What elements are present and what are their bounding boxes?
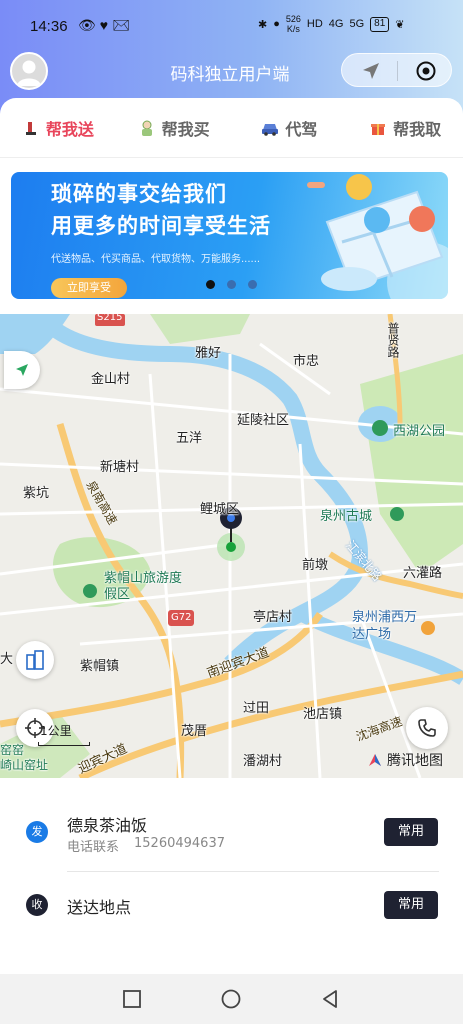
building-icon <box>26 650 44 670</box>
carousel-dot[interactable] <box>206 280 215 289</box>
tab-send[interactable]: 帮我送 <box>0 98 116 158</box>
battery-icon: 81 <box>370 16 390 32</box>
sender-phone: 15260494637 <box>134 836 225 851</box>
call-button[interactable] <box>406 707 448 749</box>
status-system-icons: ✱ ● 526 K/s HD 4G 5G 81 ❦ <box>258 14 405 34</box>
tab-buy[interactable]: 帮我买 <box>116 98 232 158</box>
banner-headline-1: 琐碎的事交给我们 <box>51 182 227 206</box>
building-view-button[interactable] <box>16 641 54 679</box>
phone-map-illustration <box>307 174 448 299</box>
map-label: 大 <box>0 652 14 667</box>
map-label: 泉州古城 <box>320 509 373 524</box>
gift-icon <box>371 124 386 135</box>
map-label: 过田 <box>243 701 270 716</box>
divider <box>0 157 463 158</box>
map-label: S215 <box>97 314 123 323</box>
leaf-icon: ❦ <box>395 18 405 31</box>
phone-icon <box>418 719 436 737</box>
close-target-icon[interactable] <box>416 61 436 81</box>
receiver-frequent-button[interactable]: 常用 <box>384 891 438 919</box>
sender-name[interactable]: 德泉茶油饭 <box>67 812 147 836</box>
tab-label: 帮我取 <box>393 120 442 139</box>
sender-badge: 发 <box>26 821 48 843</box>
map-label: 金山村 <box>91 372 131 387</box>
map-label: 五洋 <box>176 431 203 446</box>
service-tabs: 帮我送 帮我买 代驾 帮我取 <box>0 98 463 158</box>
hd-icon: HD <box>306 18 323 30</box>
map-scale-bar <box>38 742 90 746</box>
back-icon[interactable] <box>320 989 340 1009</box>
status-bar: 14:36 👁♥✉ ✱ ● 526 K/s HD 4G 5G 81 ❦ <box>0 0 463 52</box>
promo-banner[interactable]: 琐碎的事交给我们 用更多的时间享受生活 代送物品、代买商品、代取货物、万能服务.… <box>11 172 448 299</box>
signal-icon-2: 5G <box>349 18 365 30</box>
tencent-map-icon <box>369 754 381 766</box>
location-icon: ● <box>273 18 280 30</box>
map-background <box>0 314 463 778</box>
tab-driver[interactable]: 代驾 <box>232 98 348 158</box>
banner-subtitle: 代送物品、代买商品、代取货物、万能服务...... <box>51 254 261 265</box>
map-label: 雅好 <box>195 346 222 361</box>
map-label: 六灌路 <box>403 566 443 581</box>
map-label: 茂厝 <box>181 724 208 739</box>
map-label: 紫坑 <box>23 486 50 501</box>
map-provider-logo: 腾讯地图 <box>367 750 443 770</box>
mini-program-capsule <box>341 53 452 87</box>
navigation-arrow-icon <box>16 364 28 376</box>
map-label: 池店镇 <box>303 707 343 722</box>
tab-label: 帮我买 <box>161 120 210 139</box>
map-label: 前墩 <box>302 558 329 573</box>
system-navigation-bar <box>0 974 463 1024</box>
map-label: 普贤路 <box>386 322 400 358</box>
network-speed: 526 K/s <box>285 14 301 34</box>
highway-shield: G72 <box>171 612 192 623</box>
map-label: 新塘村 <box>100 460 140 475</box>
address-panel: 发 德泉茶油饭 电话联系 15260494637 常用 收 送达地点 常用 <box>0 778 463 974</box>
receiver-address[interactable]: 送达地点 <box>67 894 131 918</box>
delivery-icon <box>25 122 36 135</box>
map-label: 紫帽镇 <box>80 659 120 674</box>
home-icon[interactable] <box>221 989 241 1009</box>
tab-label: 代驾 <box>285 120 318 139</box>
recent-apps-icon[interactable] <box>122 989 142 1009</box>
map-label: 西湖公园 <box>393 424 446 439</box>
divider <box>67 871 439 872</box>
bluetooth-icon: ✱ <box>258 18 268 31</box>
map-label: 紫帽山旅游度假区 <box>104 571 183 602</box>
map-label: 亭店村 <box>253 610 293 625</box>
map-provider-text: 腾讯地图 <box>387 753 443 769</box>
carousel-dot[interactable] <box>227 280 236 289</box>
tab-pickup[interactable]: 帮我取 <box>347 98 463 158</box>
status-app-icons: 👁♥✉ <box>78 17 134 33</box>
navigation-arrow-icon[interactable] <box>360 61 382 81</box>
map-label: 崎山窑址 <box>0 758 49 772</box>
carousel-dot[interactable] <box>248 280 257 289</box>
page-title: 码科独立用户端 <box>170 65 290 85</box>
map-label: 延陵社区 <box>237 413 290 428</box>
banner-cta-button[interactable]: 立即享受 <box>51 278 127 298</box>
map-scale-label: 1公里 <box>40 724 72 738</box>
avatar[interactable] <box>10 52 48 90</box>
tab-label: 帮我送 <box>45 120 94 139</box>
user-icon <box>17 60 41 86</box>
map-label: 市忠 <box>293 354 320 369</box>
capsule-divider <box>397 61 398 81</box>
map-label: 潘湖村 <box>243 754 283 769</box>
status-time: 14:36 <box>30 18 68 35</box>
signal-icon-1: 4G <box>328 18 344 30</box>
sender-frequent-button[interactable]: 常用 <box>384 818 438 846</box>
map-view[interactable]: S215 雅好 市忠 普贤路 金山村 延陵社区 西湖公园 五洋 新塘村 紫坑 泉… <box>0 314 463 778</box>
car-icon <box>262 124 279 136</box>
banner-headline-2: 用更多的时间享受生活 <box>51 214 271 238</box>
map-label: 泉州浦西万达广场 <box>352 610 418 642</box>
shopper-icon <box>141 120 152 136</box>
map-label: 鲤城区 <box>200 502 240 517</box>
sender-phone-label: 电话联系 <box>67 840 120 855</box>
receiver-badge: 收 <box>26 894 48 916</box>
carousel-dots <box>206 280 257 289</box>
